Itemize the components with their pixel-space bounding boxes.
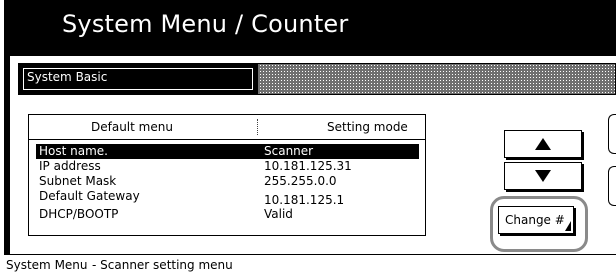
- row-value: Scanner: [264, 144, 314, 158]
- row-value: 10.181.125.31: [264, 159, 352, 173]
- row-value: Valid: [264, 207, 293, 221]
- header-rule: [29, 139, 425, 140]
- settings-table: Default menu Setting mode Host name. Sca…: [28, 114, 426, 236]
- content-panel: System Basic Default menu Setting mode H…: [10, 56, 616, 254]
- row-label: DHCP/BOOTP: [39, 207, 119, 221]
- side-button-edge[interactable]: [608, 114, 616, 154]
- table-row-ip-address[interactable]: IP address 10.181.125.31: [36, 159, 419, 174]
- corner-triangle-icon: [565, 221, 571, 231]
- scroll-up-button[interactable]: [504, 130, 582, 158]
- page-title: System Menu / Counter: [62, 10, 349, 38]
- side-button-edge[interactable]: [608, 166, 616, 206]
- change-button-label: Change #: [505, 213, 565, 227]
- table-row-default-gateway[interactable]: Default Gateway 10.181.125.1: [36, 189, 419, 207]
- row-label: IP address: [39, 159, 101, 173]
- scroll-down-button[interactable]: [504, 162, 582, 190]
- column-header-setting-mode: Setting mode: [327, 120, 408, 134]
- tab-label: System Basic: [27, 70, 108, 84]
- title-bar: System Menu / Counter: [10, 0, 616, 48]
- row-label: Host name.: [39, 144, 108, 158]
- column-divider: [257, 119, 258, 135]
- table-row-subnet-mask[interactable]: Subnet Mask 255.255.0.0: [36, 174, 419, 189]
- row-label: Default Gateway: [39, 189, 140, 203]
- status-bar: System Menu - Scanner setting menu: [4, 254, 616, 274]
- table-row-host-name[interactable]: Host name. Scanner: [36, 144, 419, 159]
- screen: System Menu / Counter System Basic Defau…: [0, 0, 616, 274]
- table-row-dhcp-bootp[interactable]: DHCP/BOOTP Valid: [36, 207, 419, 222]
- row-label: Subnet Mask: [39, 174, 117, 188]
- change-button[interactable]: Change #: [498, 206, 574, 234]
- row-value: 10.181.125.1: [264, 193, 345, 207]
- row-value: 255.255.0.0: [264, 174, 337, 188]
- column-header-default-menu: Default menu: [91, 120, 173, 134]
- status-description: - Scanner setting menu: [92, 258, 233, 272]
- status-menu-name: System Menu: [6, 258, 88, 272]
- up-arrow-icon: [535, 138, 551, 150]
- down-arrow-icon: [535, 170, 551, 182]
- tab-system-basic[interactable]: System Basic: [18, 63, 258, 95]
